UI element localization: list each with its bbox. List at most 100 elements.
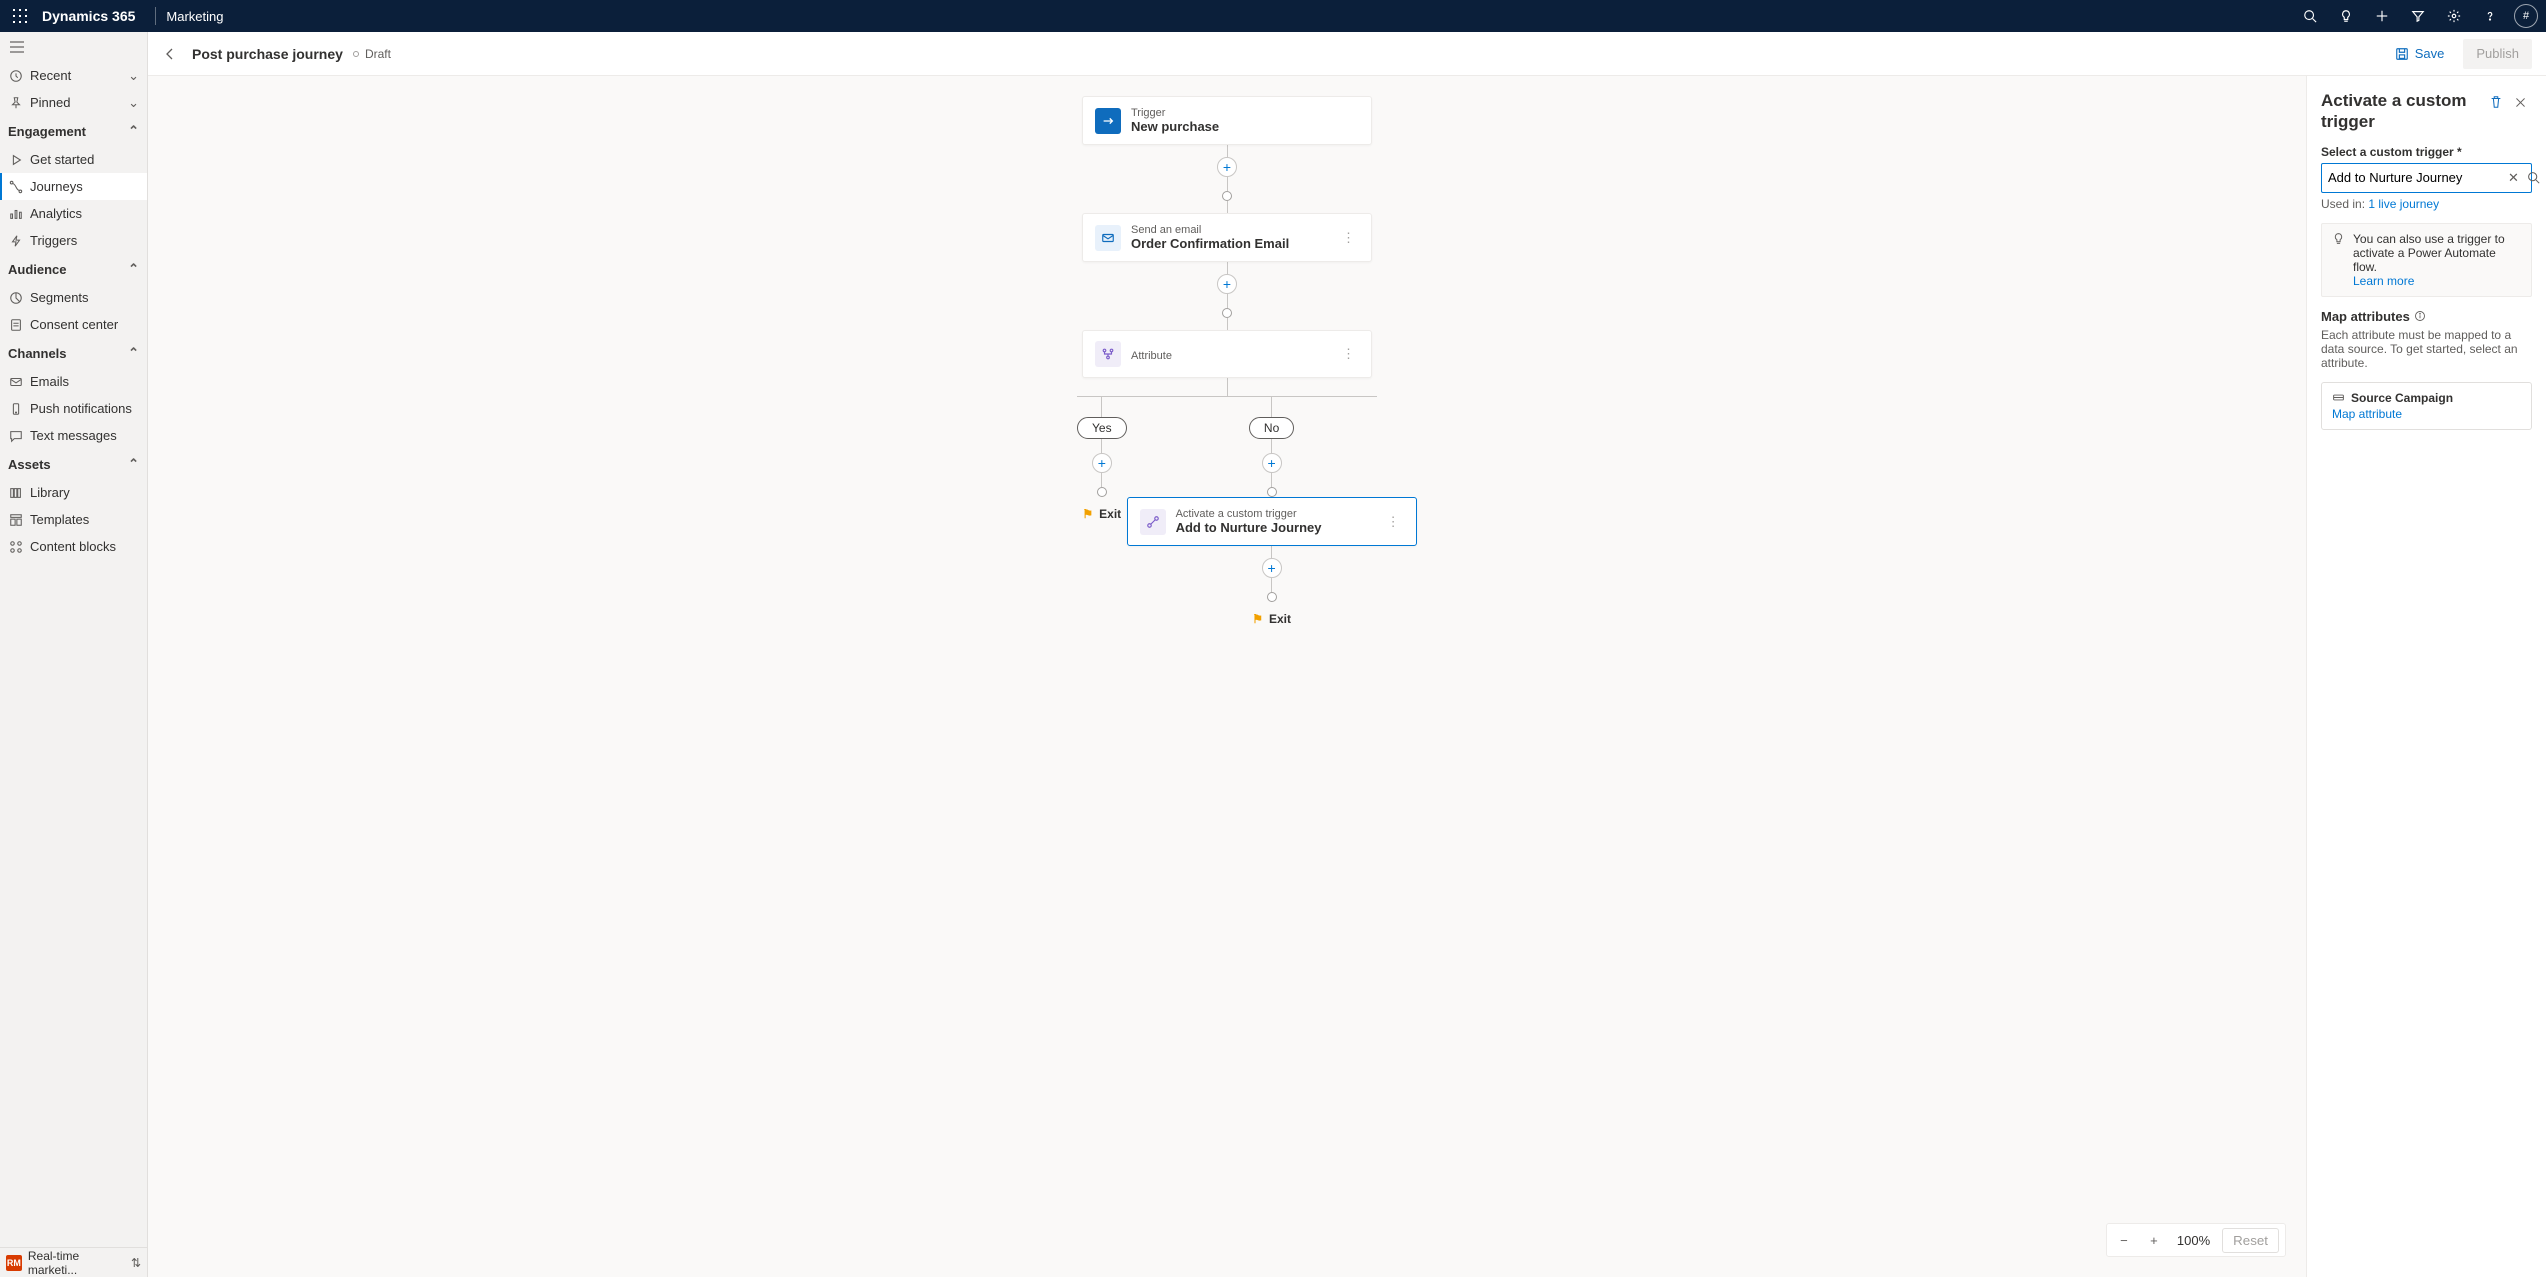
nav-recent[interactable]: Recent ⌄ xyxy=(0,62,147,89)
add-icon[interactable] xyxy=(2364,0,2400,32)
section-title: Engagement xyxy=(8,124,86,139)
map-attributes-desc: Each attribute must be mapped to a data … xyxy=(2321,328,2532,370)
add-node-button[interactable]: + xyxy=(1217,274,1237,294)
node-email[interactable]: Send an email Order Confirmation Email ⋮ xyxy=(1082,213,1372,262)
node-title: Order Confirmation Email xyxy=(1131,236,1289,251)
close-icon[interactable] xyxy=(2508,90,2532,114)
nav-label: Pinned xyxy=(30,95,70,110)
section-audience[interactable]: Audience⌃ xyxy=(0,254,147,284)
search-icon[interactable] xyxy=(2292,0,2328,32)
nav-label: Content blocks xyxy=(30,539,116,554)
attribute-icon xyxy=(1095,341,1121,367)
node-custom-trigger[interactable]: Activate a custom trigger Add to Nurture… xyxy=(1127,497,1417,546)
area-label: Real-time marketi... xyxy=(28,1249,131,1277)
trigger-input[interactable] xyxy=(2328,170,2504,185)
filter-icon[interactable] xyxy=(2400,0,2436,32)
nav-emails[interactable]: Emails xyxy=(0,368,147,395)
node-caption: Activate a custom trigger xyxy=(1176,508,1322,520)
command-bar: Post purchase journey Draft Save Publish xyxy=(148,32,2546,76)
connector-endpoint xyxy=(1097,487,1107,497)
search-icon[interactable] xyxy=(2523,171,2544,184)
nav-analytics[interactable]: Analytics xyxy=(0,200,147,227)
nav-consent-center[interactable]: Consent center xyxy=(0,311,147,338)
side-nav: Recent ⌄ Pinned ⌄ Engagement ⌃ Get start… xyxy=(0,32,148,1277)
section-assets[interactable]: Assets⌃ xyxy=(0,449,147,479)
area-switcher[interactable]: RM Real-time marketi... ⇅ xyxy=(0,1247,147,1277)
flag-icon: ⚑ xyxy=(1082,507,1093,521)
nav-segments[interactable]: Segments xyxy=(0,284,147,311)
user-avatar[interactable]: # xyxy=(2514,4,2538,28)
more-icon[interactable]: ⋮ xyxy=(1338,230,1359,246)
nav-get-started[interactable]: Get started xyxy=(0,146,147,173)
nav-text-messages[interactable]: Text messages xyxy=(0,422,147,449)
zoom-reset-button[interactable]: Reset xyxy=(2222,1228,2279,1253)
add-node-button[interactable]: + xyxy=(1092,453,1112,473)
idea-icon[interactable] xyxy=(2328,0,2364,32)
tip-link[interactable]: Learn more xyxy=(2353,274,2414,288)
nav-templates[interactable]: Templates xyxy=(0,506,147,533)
nav-push[interactable]: Push notifications xyxy=(0,395,147,422)
save-label: Save xyxy=(2415,46,2445,61)
nav-label: Triggers xyxy=(30,233,77,248)
brand-name: Dynamics 365 xyxy=(42,8,135,24)
segments-icon xyxy=(8,290,24,306)
more-icon[interactable]: ⋮ xyxy=(1338,346,1359,362)
section-engagement[interactable]: Engagement ⌃ xyxy=(0,116,147,146)
nav-triggers[interactable]: Triggers xyxy=(0,227,147,254)
nav-collapse-icon[interactable] xyxy=(0,32,147,62)
clear-icon[interactable]: ✕ xyxy=(2504,170,2523,186)
zoom-in-icon[interactable]: + xyxy=(2143,1229,2165,1251)
product-name: Marketing xyxy=(166,9,223,24)
nav-pinned[interactable]: Pinned ⌄ xyxy=(0,89,147,116)
used-in-label: Used in: xyxy=(2321,197,2365,211)
app-launcher-icon[interactable] xyxy=(8,4,32,28)
push-icon xyxy=(8,401,24,417)
chevron-up-icon: ⌃ xyxy=(128,123,139,139)
nav-library[interactable]: Library xyxy=(0,479,147,506)
help-icon[interactable] xyxy=(2472,0,2508,32)
zoom-value: 100% xyxy=(2173,1233,2214,1248)
exit-label: Exit xyxy=(1269,612,1291,626)
settings-icon[interactable] xyxy=(2436,0,2472,32)
divider xyxy=(155,7,156,25)
nav-label: Push notifications xyxy=(30,401,132,416)
content: Post purchase journey Draft Save Publish… xyxy=(148,32,2546,1277)
connector-endpoint xyxy=(1267,487,1277,497)
section-title: Channels xyxy=(8,346,67,361)
node-caption: Trigger xyxy=(1131,107,1219,119)
back-icon[interactable] xyxy=(162,46,178,62)
flag-icon: ⚑ xyxy=(1252,612,1263,626)
attribute-name: Source Campaign xyxy=(2332,391,2521,405)
used-in-link[interactable]: 1 live journey xyxy=(2368,197,2439,211)
consent-icon xyxy=(8,317,24,333)
node-title: Add to Nurture Journey xyxy=(1176,520,1322,535)
branch-no[interactable]: No xyxy=(1249,417,1294,439)
zoom-out-icon[interactable]: − xyxy=(2113,1229,2135,1251)
nav-label: Segments xyxy=(30,290,89,305)
add-node-button[interactable]: + xyxy=(1262,453,1282,473)
status-dot xyxy=(353,51,359,57)
attribute-card[interactable]: Source Campaign Map attribute xyxy=(2321,382,2532,430)
chevron-updown-icon: ⇅ xyxy=(131,1256,141,1270)
nav-label: Text messages xyxy=(30,428,117,443)
delete-icon[interactable] xyxy=(2484,90,2508,114)
add-node-button[interactable]: + xyxy=(1217,157,1237,177)
page-title: Post purchase journey xyxy=(192,46,343,62)
trigger-lookup[interactable]: ✕ xyxy=(2321,163,2532,193)
nav-journeys[interactable]: Journeys xyxy=(0,173,147,200)
more-icon[interactable]: ⋮ xyxy=(1383,514,1404,530)
canvas[interactable]: Trigger New purchase + Send an email xyxy=(148,76,2306,1277)
info-icon[interactable] xyxy=(2414,310,2426,322)
add-node-button[interactable]: + xyxy=(1262,558,1282,578)
nav-content-blocks[interactable]: Content blocks xyxy=(0,533,147,560)
save-button[interactable]: Save xyxy=(2382,39,2458,69)
map-attribute-link[interactable]: Map attribute xyxy=(2332,407,2521,421)
node-trigger[interactable]: Trigger New purchase xyxy=(1082,96,1372,145)
exit-node: ⚑ Exit xyxy=(1252,612,1291,626)
node-attribute[interactable]: Attribute ⋮ xyxy=(1082,330,1372,378)
clock-icon xyxy=(8,68,24,84)
tip-text: You can also use a trigger to activate a… xyxy=(2353,232,2505,274)
nav-label: Consent center xyxy=(30,317,118,332)
section-channels[interactable]: Channels⌃ xyxy=(0,338,147,368)
branch-yes[interactable]: Yes xyxy=(1077,417,1127,439)
